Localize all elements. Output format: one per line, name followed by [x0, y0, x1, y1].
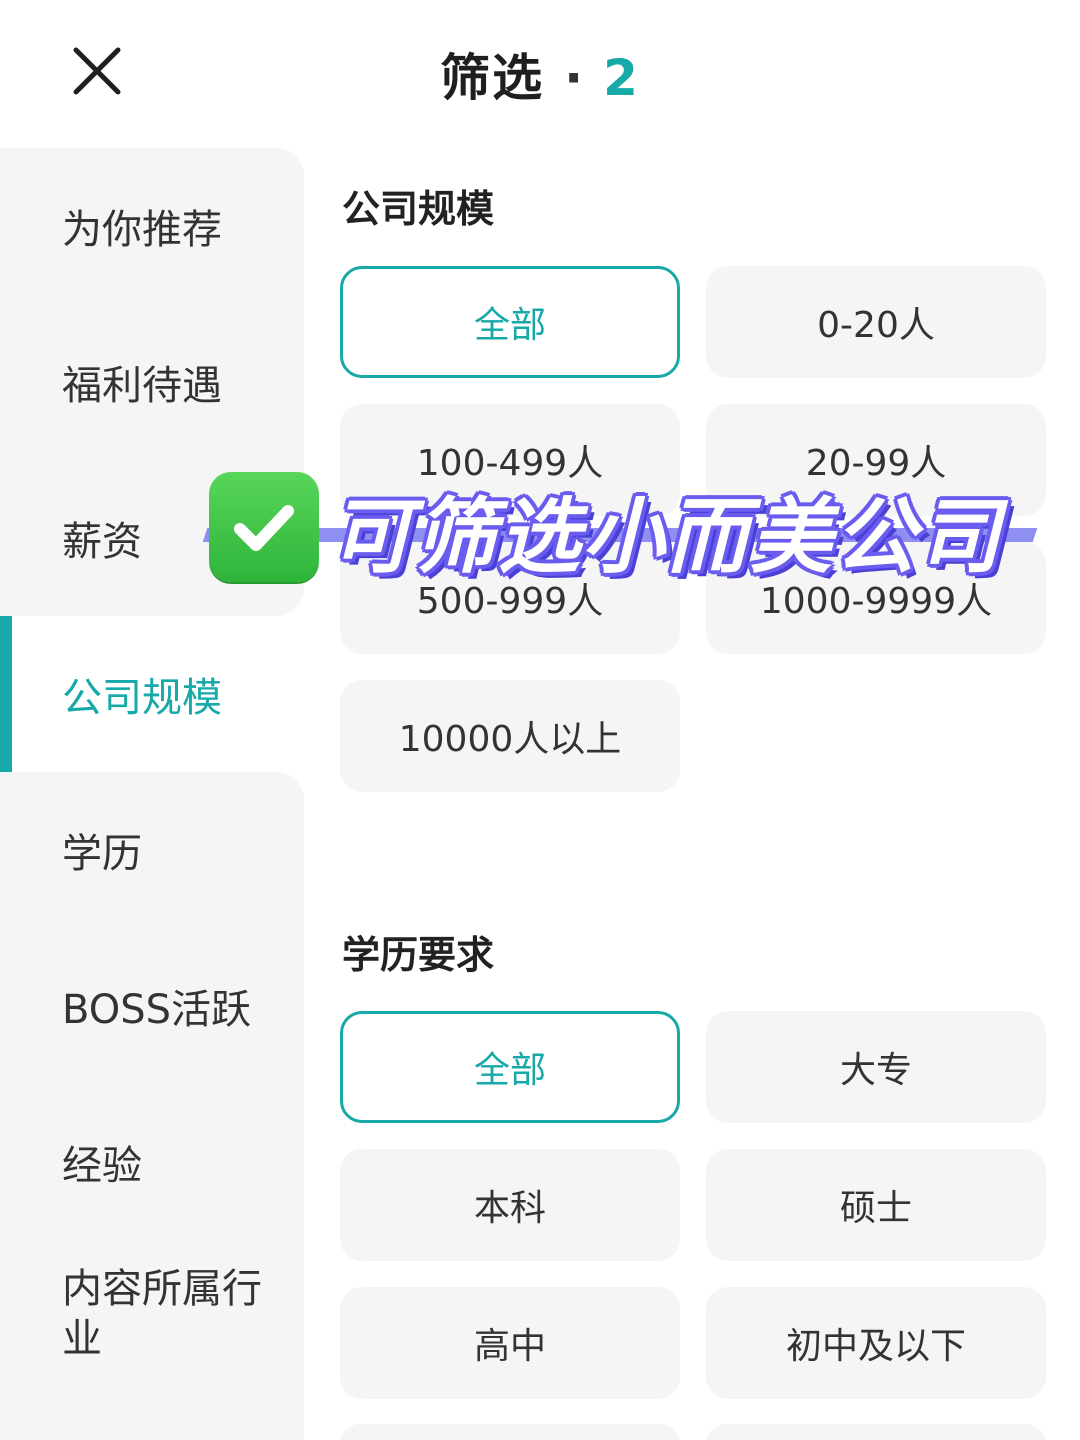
chip-label: 高中 [473, 1326, 546, 1367]
sidebar-item-recommended[interactable]: 为你推荐 [0, 148, 304, 304]
chip-label: 全部 [473, 305, 546, 346]
chip-education-high-school[interactable]: 高中 [340, 1287, 680, 1399]
sidebar-item-label: 薪资 [62, 519, 142, 565]
header: 筛选 · 2 [0, 0, 1080, 148]
chip-label: 10000人以上 [398, 719, 622, 760]
sidebar-item-label: 为你推荐 [62, 207, 222, 253]
section-title-company-size: 公司规模 [342, 187, 495, 231]
sidebar-item-education[interactable]: 学历 [0, 772, 304, 928]
chip-label: 全部 [473, 1050, 546, 1091]
chip-education-junior-and-below[interactable]: 初中及以下 [706, 1287, 1046, 1399]
sidebar-item-label: 公司规模 [62, 675, 222, 721]
check-mark-icon [209, 472, 319, 582]
chip-company-0-20[interactable]: 0-20人 [706, 266, 1046, 378]
sidebar-item-label: 学历 [62, 831, 142, 877]
overlay-banner: 可筛选小而美公司 [202, 470, 1038, 590]
sidebar-item-industry[interactable]: 内容所属行业 [0, 1240, 304, 1440]
banner-text: 可筛选小而美公司 [330, 490, 1002, 585]
chip-education-more[interactable] [340, 1424, 680, 1440]
chip-education-all[interactable]: 全部 [340, 1011, 680, 1123]
sidebar: 为你推荐 福利待遇 薪资 公司规模 学历 BOSS活跃 经验 内容所属行业 [0, 148, 304, 1440]
sidebar-item-boss-active[interactable]: BOSS活跃 [0, 928, 304, 1084]
chip-education-master[interactable]: 硕士 [706, 1149, 1046, 1261]
title-text: 筛选 [440, 49, 545, 107]
chip-company-all[interactable]: 全部 [340, 266, 680, 378]
section-title-education: 学历要求 [342, 933, 495, 977]
chip-education-more-2[interactable] [706, 1424, 1046, 1440]
sidebar-item-label: BOSS活跃 [62, 987, 252, 1033]
chip-label: 0-20人 [817, 305, 935, 346]
sidebar-item-experience[interactable]: 经验 [0, 1084, 304, 1240]
page-title: 筛选 · 2 [0, 38, 1080, 110]
sidebar-item-company-size[interactable]: 公司规模 [0, 616, 304, 772]
chip-label: 初中及以下 [785, 1326, 966, 1367]
sidebar-item-label: 内容所属行业 [62, 1266, 262, 1362]
sidebar-item-label: 福利待遇 [62, 363, 222, 409]
chip-label: 本科 [473, 1188, 546, 1229]
sidebar-item-benefits[interactable]: 福利待遇 [0, 304, 304, 460]
chip-label: 大专 [839, 1050, 912, 1091]
chip-label: 硕士 [839, 1188, 912, 1229]
chip-company-10000-plus[interactable]: 10000人以上 [340, 680, 680, 792]
chip-education-associate[interactable]: 大专 [706, 1011, 1046, 1123]
chip-education-bachelor[interactable]: 本科 [340, 1149, 680, 1261]
filter-count-badge: 2 [603, 49, 640, 107]
sidebar-item-label: 经验 [62, 1143, 142, 1189]
title-separator: · [564, 49, 586, 107]
